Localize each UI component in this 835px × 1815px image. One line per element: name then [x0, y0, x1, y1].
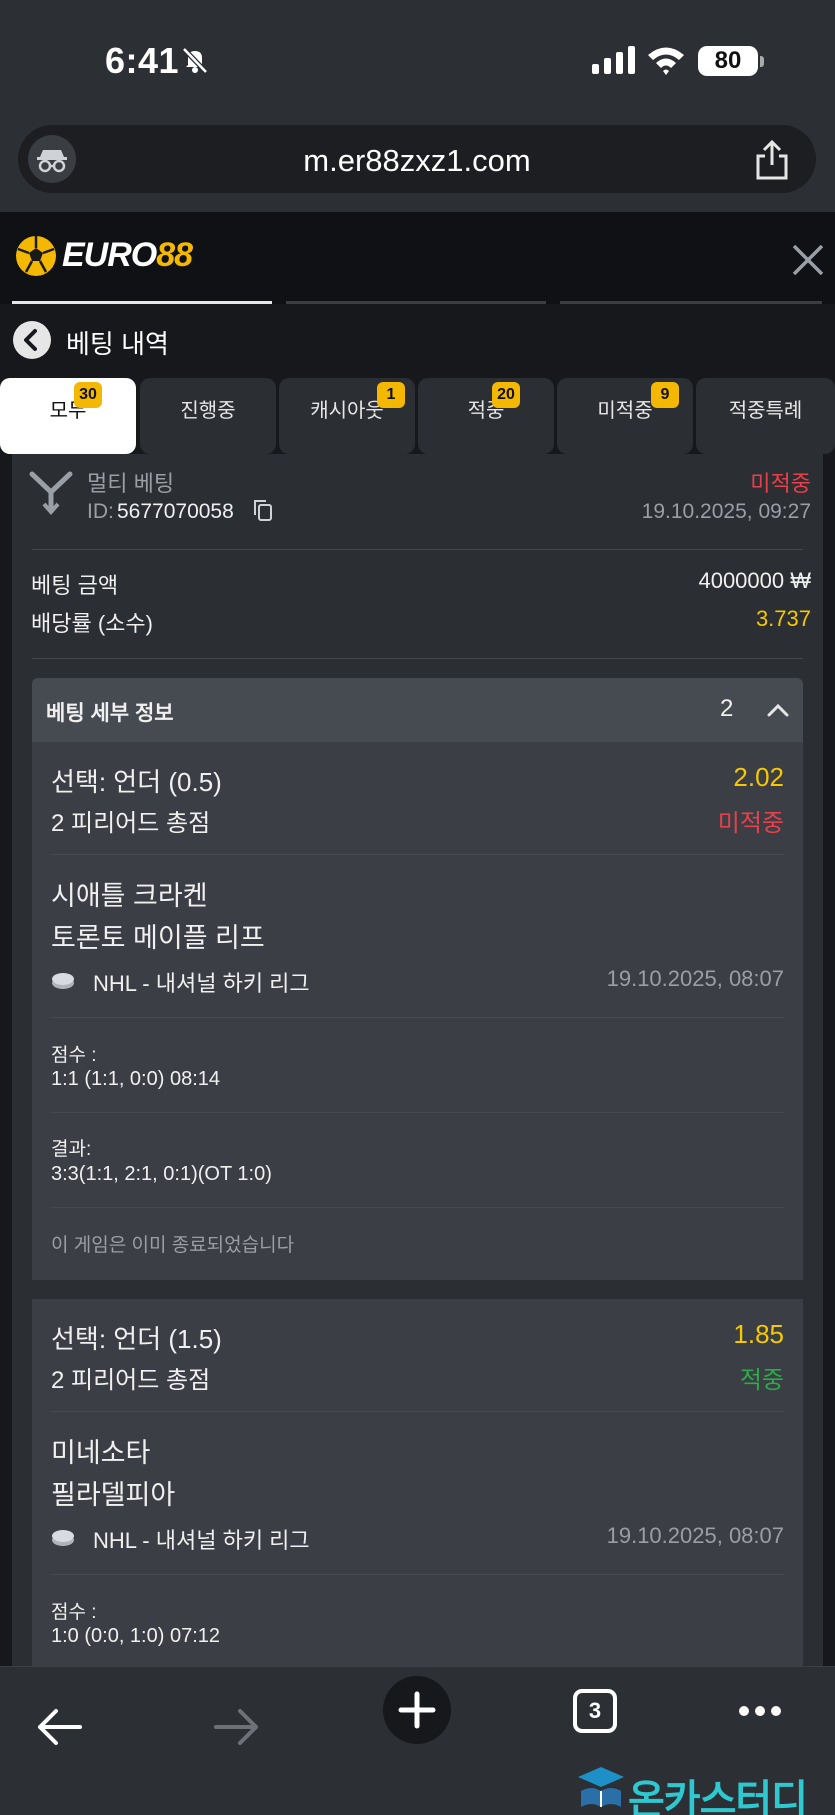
tab-badge: 1: [377, 382, 405, 408]
share-icon[interactable]: [753, 139, 791, 181]
tab-label: 미적중: [597, 400, 653, 422]
divider: [51, 1574, 784, 1575]
divider: [51, 1017, 784, 1018]
new-tab-button[interactable]: [383, 1676, 451, 1744]
tab-badge: 9: [651, 382, 679, 408]
hockey-puck-icon: [52, 973, 74, 989]
team-home: 미네소타: [51, 1438, 151, 1468]
page-title: 베팅 내역: [66, 329, 169, 359]
score-value: 1:0 (0:0, 1:0) 07:12: [51, 1625, 221, 1647]
divider: [51, 1112, 784, 1113]
logo-main: EURO: [62, 236, 157, 274]
bet-card[interactable]: 멀티 베팅 ID: 5677070058 미적중 19.10.2025, 09:…: [12, 454, 823, 1666]
page-title-row: 베팅 내역: [0, 304, 835, 374]
clock: 6:41: [105, 40, 180, 81]
tab-lost[interactable]: 미적중 9: [557, 378, 693, 454]
game-ended-note: 이 게임은 이미 종료되었습니다: [51, 1235, 295, 1256]
bet-datetime: 19.10.2025, 09:27: [641, 500, 811, 523]
selection-item: 선택: 언더 (1.5) 1.85 2 피리어드 총점 적중 미네소타 필라델피…: [32, 1299, 803, 1666]
match-datetime: 19.10.2025, 08:07: [606, 966, 784, 991]
team-away: 필라델피아: [51, 1480, 176, 1510]
selection-result: 적중: [739, 1367, 784, 1394]
final-label: 결과:: [51, 1139, 92, 1160]
selection-odds: 2.02: [733, 762, 784, 792]
selection-pick: 선택: 언더 (1.5): [51, 1324, 222, 1354]
bet-id-label: ID:: [87, 500, 114, 523]
back-arrow-icon[interactable]: [36, 1707, 82, 1747]
selection-odds: 1.85: [733, 1319, 784, 1349]
cell-signal-icon: [592, 46, 635, 74]
book-cap-icon: [578, 1767, 624, 1807]
amount-label: 베팅 금액: [31, 573, 119, 598]
brand-logo[interactable]: EURO88: [62, 236, 193, 275]
bet-details-header[interactable]: 베팅 세부 정보 2: [32, 678, 803, 742]
bet-history-page: 베팅 내역 모두 30 진행중 캐시아웃 1 적중 20 미적중 9 적중특례: [0, 304, 835, 1666]
divider: [51, 1411, 784, 1412]
details-count: 2: [720, 695, 734, 722]
more-icon[interactable]: [738, 1703, 782, 1719]
selection-item: 선택: 언더 (0.5) 2.02 2 피리어드 총점 미적중 시애틀 크라켄 …: [32, 742, 803, 1280]
selection-pick: 선택: 언더 (0.5): [51, 767, 222, 797]
bell-muted-icon: [182, 47, 208, 74]
browser-toolbar: 3 온카스터디: [0, 1666, 835, 1815]
battery-tip: [760, 56, 764, 67]
tab-label: 진행중: [180, 400, 236, 422]
copy-icon[interactable]: [252, 498, 274, 522]
league-name: NHL - 내셔널 하키 리그: [93, 1528, 310, 1553]
selection-market: 2 피리어드 총점: [51, 1367, 211, 1394]
match-datetime: 19.10.2025, 08:07: [606, 1523, 784, 1548]
tab-special-win[interactable]: 적중특례: [696, 378, 835, 454]
battery-indicator: 80: [698, 46, 758, 76]
app-header: EURO88: [0, 212, 835, 304]
team-away: 토론토 메이플 리프: [51, 923, 265, 953]
final-value: 3:3(1:1, 2:1, 0:1)(OT 1:0): [51, 1163, 272, 1185]
divider: [51, 1207, 784, 1208]
score-label: 점수 :: [51, 1602, 97, 1623]
details-label: 베팅 세부 정보: [46, 702, 174, 725]
tab-all[interactable]: 모두 30: [0, 378, 136, 454]
watermark-text: 온카스터디: [628, 1778, 808, 1815]
bet-amount: 4000000 ₩: [698, 568, 811, 593]
chevron-up-icon[interactable]: [766, 698, 790, 722]
tab-label: 캐시아웃: [310, 400, 384, 422]
tab-in-progress[interactable]: 진행중: [140, 378, 276, 454]
bet-type: 멀티 베팅: [87, 471, 175, 496]
team-home: 시애틀 크라켄: [51, 881, 208, 911]
tab-label: 적중특례: [728, 400, 803, 422]
league-name: NHL - 내셔널 하키 리그: [93, 971, 310, 996]
bet-id: 5677070058: [117, 500, 234, 523]
address-bar[interactable]: m.er88zxz1.com: [18, 125, 816, 193]
close-icon[interactable]: [790, 242, 826, 278]
total-odds: 3.737: [755, 606, 811, 631]
status-bar: 6:41 80: [0, 0, 835, 120]
tab-cashout[interactable]: 캐시아웃 1: [279, 378, 415, 454]
wifi-icon: [648, 47, 684, 75]
bet-status: 미적중: [750, 471, 811, 496]
logo-accent: 88: [156, 236, 193, 274]
tab-badge: 30: [74, 382, 102, 408]
url-text[interactable]: m.er88zxz1.com: [18, 143, 816, 179]
plus-icon: [398, 1691, 436, 1729]
chevron-left-icon: [24, 329, 37, 351]
divider: [32, 658, 803, 659]
multi-bet-icon: [29, 471, 73, 516]
tab-won[interactable]: 적중 20: [418, 378, 554, 454]
selection-result: 미적중: [717, 810, 784, 837]
divider: [51, 854, 784, 855]
selection-market: 2 피리어드 총점: [51, 810, 211, 837]
back-button[interactable]: [13, 321, 51, 359]
hockey-puck-icon: [52, 1530, 74, 1546]
forward-arrow-icon[interactable]: [214, 1707, 260, 1747]
score-value: 1:1 (1:1, 0:0) 08:14: [51, 1068, 221, 1090]
odds-label: 배당률 (소수): [31, 611, 153, 636]
score-label: 점수 :: [51, 1045, 97, 1066]
tab-badge: 20: [492, 382, 520, 408]
filter-tabs: 모두 30 진행중 캐시아웃 1 적중 20 미적중 9 적중특례: [0, 378, 835, 454]
divider: [32, 549, 803, 550]
tabs-button[interactable]: 3: [573, 1689, 617, 1733]
soccer-ball-icon: [16, 236, 56, 276]
